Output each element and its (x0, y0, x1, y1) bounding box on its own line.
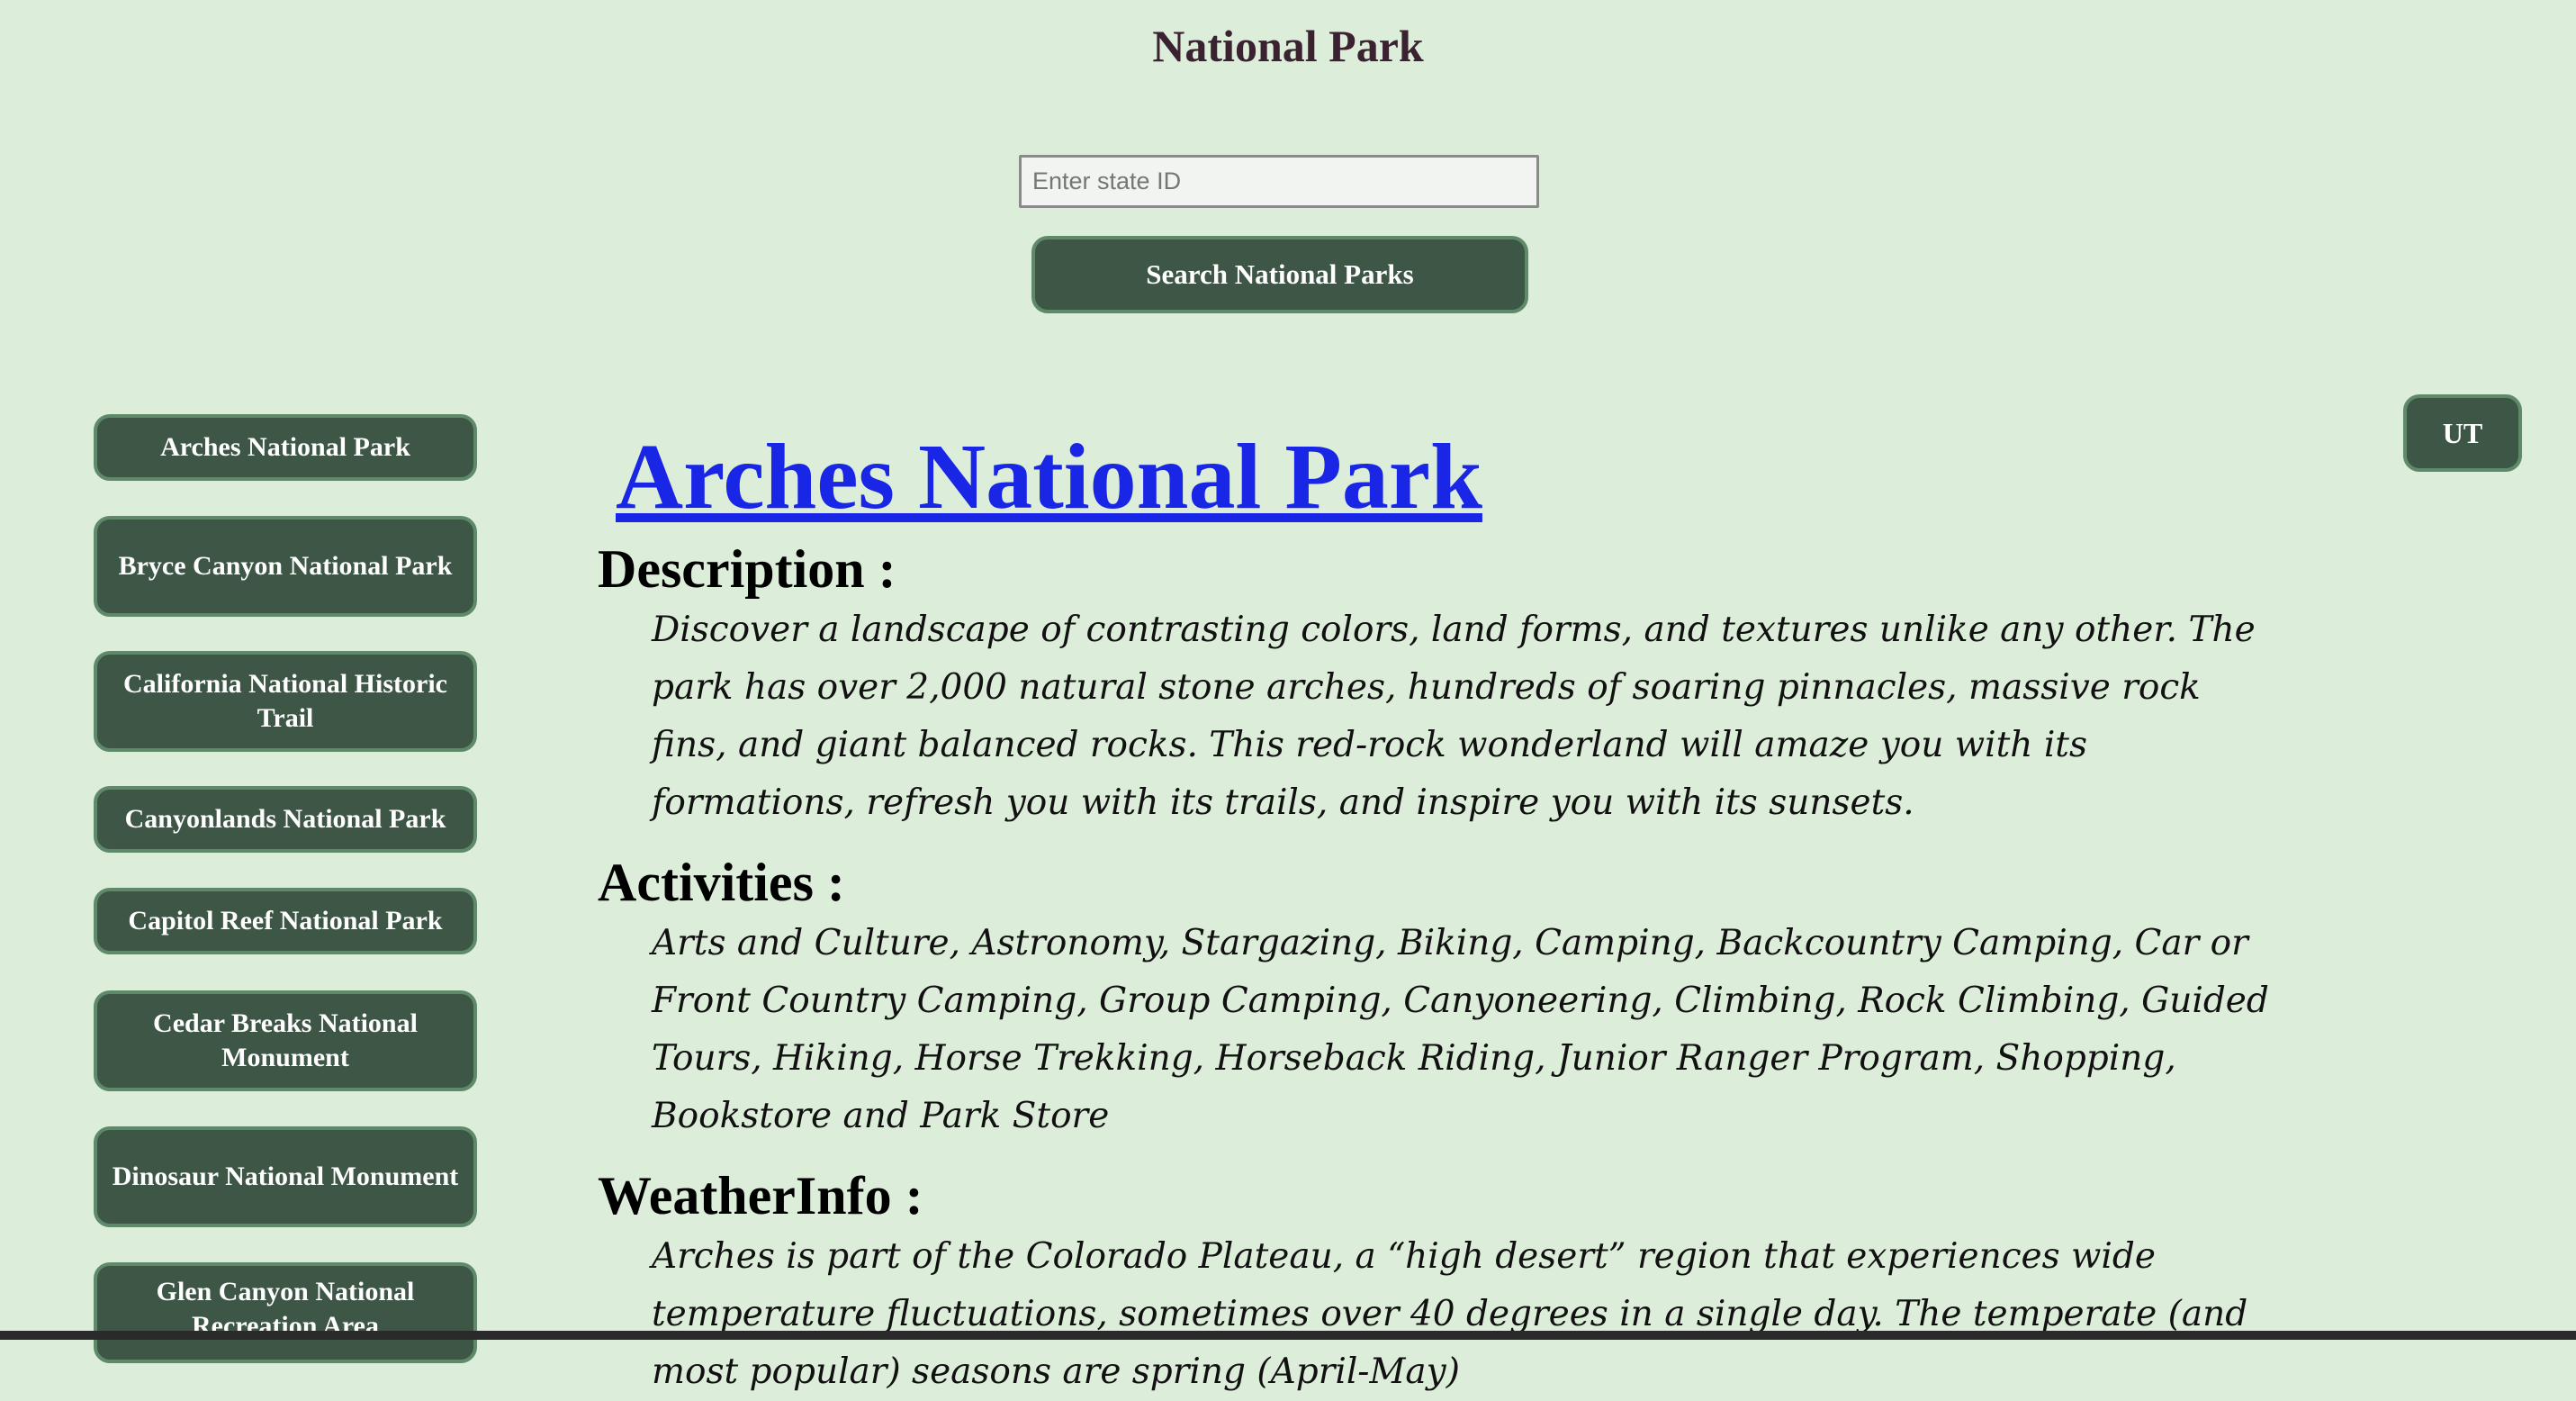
window-bottom-edge (0, 1331, 2576, 1340)
state-ut-button[interactable]: UT (2403, 394, 2522, 472)
sidebar-item-canyonlands[interactable]: Canyonlands National Park (94, 786, 477, 853)
sidebar-item-arches[interactable]: Arches National Park (94, 414, 477, 481)
state-id-input[interactable] (1019, 155, 1539, 208)
sidebar-item-california-trail[interactable]: California National Historic Trail (94, 651, 477, 752)
activities-text: Arts and Culture, Astronomy, Stargazing,… (652, 923, 2269, 1136)
sidebar-item-capitol-reef[interactable]: Capitol Reef National Park (94, 888, 477, 954)
search-national-parks-button[interactable]: Search National Parks (1031, 236, 1528, 313)
weather-text: Arches is part of the Colorado Plateau, … (652, 1236, 2248, 1392)
sidebar-item-glen-canyon[interactable]: Glen Canyon National Recreation Area (94, 1262, 477, 1363)
description-heading: Description : (598, 539, 896, 599)
activities-heading: Activities : (598, 853, 845, 912)
page-title: National Park (1152, 21, 1424, 71)
sidebar-item-bryce-canyon[interactable]: Bryce Canyon National Park (94, 516, 477, 617)
sidebar-item-dinosaur[interactable]: Dinosaur National Monument (94, 1126, 477, 1227)
description-text: Discover a landscape of contrasting colo… (652, 610, 2256, 823)
park-details: Arches National Park Description : Disco… (598, 423, 2308, 1401)
sidebar-item-cedar-breaks[interactable]: Cedar Breaks National Monument (94, 990, 477, 1091)
weather-heading: WeatherInfo : (598, 1166, 923, 1225)
park-name-link[interactable]: Arches National Park (616, 423, 2308, 531)
